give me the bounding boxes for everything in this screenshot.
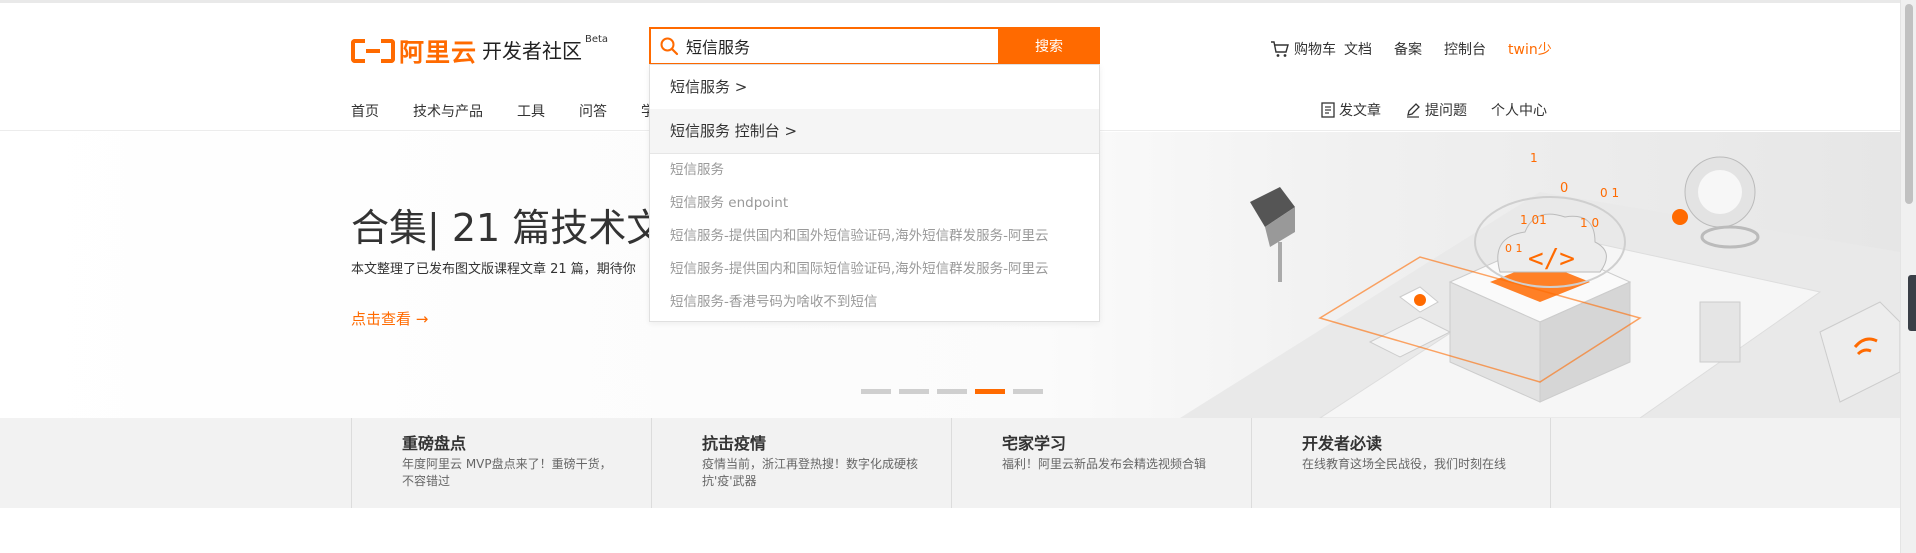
carousel-dot[interactable] (899, 389, 929, 394)
search-input[interactable] (686, 29, 998, 63)
docs-link[interactable]: 文档 (1344, 39, 1372, 59)
feature-title: 开发者必读 (1302, 434, 1383, 453)
carousel-dot[interactable] (861, 389, 891, 394)
suggestion-item[interactable]: 短信服务-提供国内和国外短信验证码,海外短信群发服务-阿里云 (650, 220, 1099, 253)
post-article-button[interactable]: 发文章 (1321, 100, 1381, 120)
carousel-dots (861, 389, 1051, 394)
banner-art-code: </> (1528, 244, 1575, 274)
ask-question-button[interactable]: 提问题 (1405, 100, 1467, 120)
beta-badge: Beta (585, 34, 609, 45)
nav-item-home[interactable]: 首页 (351, 101, 379, 121)
top-links: 购物车 文档 备案 控制台 twin少 (1270, 39, 1552, 59)
feature-desc: 年度阿里云 MVP盘点来了！重磅干货，不容错过 (402, 457, 612, 488)
carousel-dot-active[interactable] (975, 389, 1005, 394)
feature-desc: 福利！阿里云新品发布会精选视频合辑 (1002, 457, 1207, 471)
feature-title: 重磅盘点 (402, 434, 467, 453)
feature-card[interactable]: 抗击疫情 疫情当前，浙江再登热搜！数字化成硬核抗'疫'武器 (651, 418, 951, 508)
personal-center-link[interactable]: 个人中心 (1491, 100, 1547, 120)
banner-art-digit: 0 1 (1600, 186, 1619, 200)
cart-link[interactable]: 购物车 (1270, 39, 1336, 59)
ask-question-label: 提问题 (1425, 103, 1467, 119)
banner-view-link[interactable]: 点击查看 → (351, 308, 428, 329)
banner-art-digit: 1 0 (1580, 216, 1599, 230)
cart-label: 购物车 (1294, 42, 1336, 58)
nav-item-tools[interactable]: 工具 (517, 101, 545, 121)
carousel-dot[interactable] (937, 389, 967, 394)
suggestion-item[interactable]: 短信服务-提供国内和国际短信验证码,海外短信群发服务-阿里云 (650, 253, 1099, 286)
console-link[interactable]: 控制台 (1444, 39, 1486, 59)
search-button[interactable]: 搜索 (998, 27, 1100, 65)
search-box: 搜索 (649, 27, 1100, 65)
nav-item-tech-products[interactable]: 技术与产品 (413, 101, 483, 121)
feature-card[interactable]: 宅家学习 福利！阿里云新品发布会精选视频合辑 (951, 418, 1251, 508)
suggestion-item[interactable]: 短信服务 endpoint (650, 187, 1099, 220)
feature-title: 抗击疫情 (702, 434, 767, 453)
feature-card[interactable]: 开发者必读 在线教育这场全民战役，我们时刻在线 (1251, 418, 1551, 508)
suggestion-primary-item[interactable]: 短信服务 > (650, 65, 1099, 109)
logo-text: 阿里云 (399, 38, 478, 67)
side-feedback-tab[interactable] (1908, 275, 1916, 331)
search-icon (660, 37, 679, 56)
banner-art-digit: 0 1 (1505, 242, 1523, 255)
banner-art-digit: 1 (1530, 151, 1538, 165)
post-article-label: 发文章 (1339, 103, 1381, 119)
cart-icon (1271, 41, 1289, 57)
document-icon (1321, 102, 1335, 118)
feature-desc: 疫情当前，浙江再登热搜！数字化成硬核抗'疫'武器 (702, 457, 919, 488)
banner-art-digit: 1 01 (1520, 213, 1547, 227)
user-name-link[interactable]: twin少 (1508, 39, 1552, 59)
feature-desc: 在线教育这场全民战役，我们时刻在线 (1302, 457, 1507, 471)
feature-strip: 重磅盘点 年度阿里云 MVP盘点来了！重磅干货，不容错过 抗击疫情 疫情当前，浙… (0, 418, 1900, 508)
suggestion-item[interactable]: 短信服务-香港号码为啥收不到短信 (650, 286, 1099, 319)
aliyun-logo-icon (351, 39, 395, 63)
scrollbar-thumb[interactable] (1905, 4, 1913, 204)
banner-subtitle: 本文整理了已发布图文版课程文章 21 篇，期待你 (351, 262, 636, 277)
pen-icon (1407, 103, 1420, 118)
suggestion-item[interactable]: 短信服务 (650, 154, 1099, 187)
developer-community-title[interactable]: 开发者社区 (482, 35, 582, 64)
nav-actions: 发文章 提问题 个人中心 (1321, 100, 1547, 120)
search-suggestions-dropdown: 短信服务 > 短信服务 控制台 > 短信服务 短信服务 endpoint 短信服… (649, 64, 1100, 322)
banner-illustration: </> 1 0 0 1 1 01 1 0 0 1 (1180, 151, 1900, 418)
feature-title: 宅家学习 (1002, 434, 1067, 453)
feature-card[interactable]: 重磅盘点 年度阿里云 MVP盘点来了！重磅干货，不容错过 (351, 418, 651, 508)
main-nav: 首页 技术与产品 工具 问答 学 (351, 101, 689, 121)
banner-art-digit: 0 (1560, 181, 1568, 196)
suggestion-primary-item-highlighted[interactable]: 短信服务 控制台 > (650, 109, 1099, 153)
nav-item-qa[interactable]: 问答 (579, 101, 607, 121)
aliyun-logo[interactable]: 阿里云 (351, 33, 477, 69)
carousel-dot[interactable] (1013, 389, 1043, 394)
record-link[interactable]: 备案 (1394, 39, 1422, 59)
